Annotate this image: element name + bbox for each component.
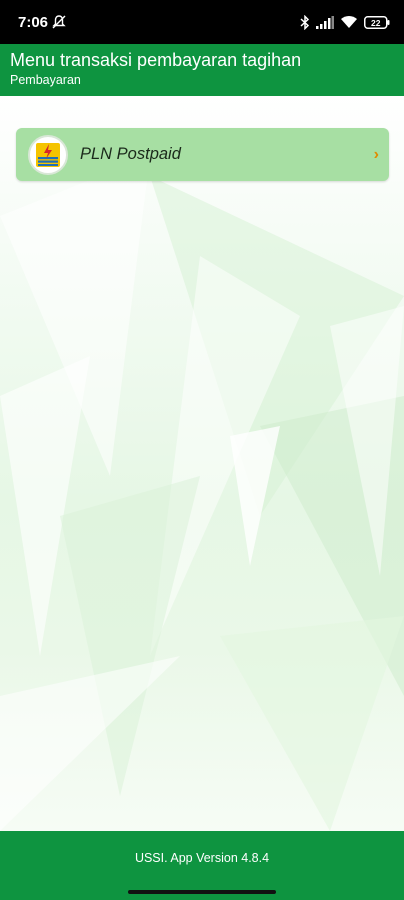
chevron-right-icon: › [373, 145, 379, 163]
status-bar: 7:06 22 [0, 0, 404, 44]
background-pattern [0, 156, 404, 831]
battery-level: 22 [371, 17, 381, 27]
home-indicator[interactable] [128, 890, 276, 894]
content-area: PLN Postpaid › [0, 96, 404, 831]
menu-item-pln-postpaid[interactable]: PLN Postpaid › [16, 128, 389, 181]
menu-item-label: PLN Postpaid [80, 145, 181, 163]
status-left: 7:06 [18, 14, 66, 31]
wifi-icon [340, 15, 358, 29]
mute-icon [52, 15, 66, 29]
signal-icon [316, 15, 334, 29]
page-subtitle: Pembayaran [10, 73, 81, 87]
bluetooth-icon [300, 14, 310, 30]
status-time: 7:06 [18, 13, 49, 31]
page-title: Menu transaksi pembayaran tagihan [10, 50, 302, 70]
pln-logo-icon [28, 134, 68, 175]
app-bar: Menu transaksi pembayaran tagihan Pembay… [0, 44, 404, 96]
status-right: 22 [300, 14, 390, 30]
battery-icon: 22 [364, 15, 390, 29]
